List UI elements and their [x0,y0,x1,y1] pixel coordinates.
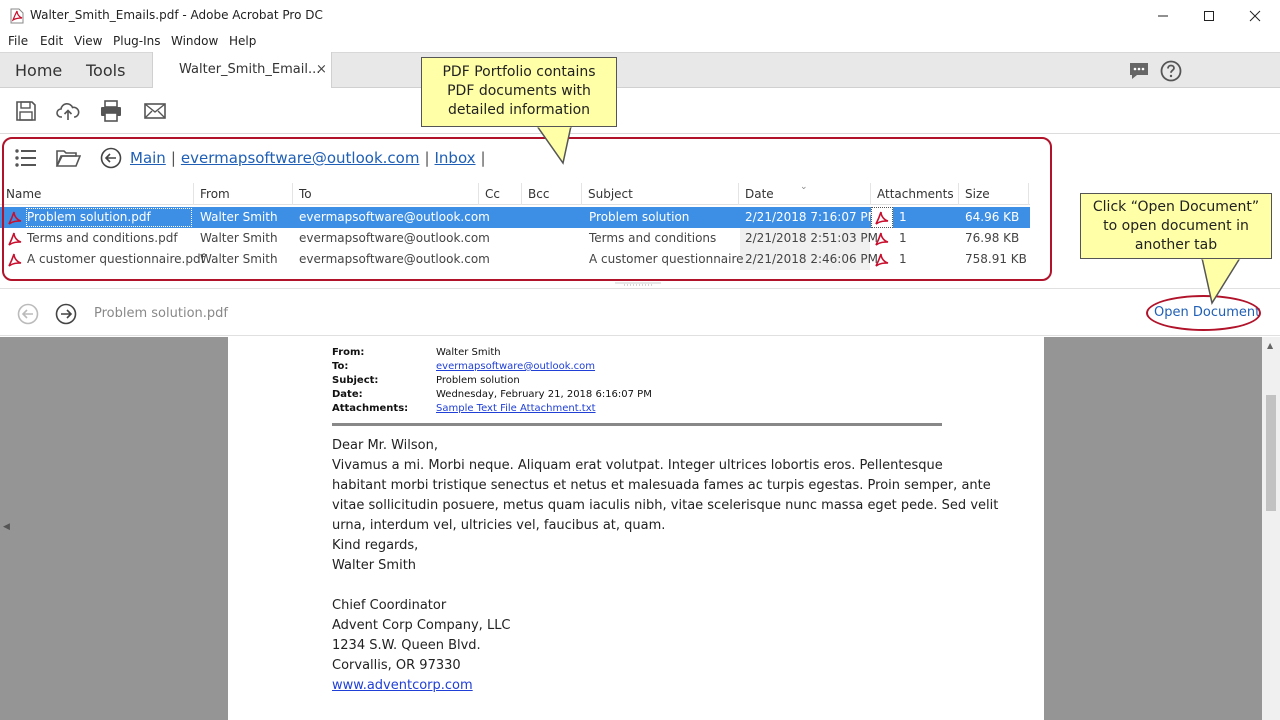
minimize-icon [1158,15,1168,17]
help-icon[interactable] [1160,60,1182,82]
menu-view[interactable]: View [74,34,102,48]
header-key: To: [332,361,349,372]
callout-pointer [1201,257,1241,305]
email-body-line: 1234 S.W. Queen Blvd. [332,638,481,653]
website-link[interactable]: www.adventcorp.com [332,678,473,693]
previous-document-icon[interactable] [17,303,39,325]
document-viewer: ◀ From: Walter Smith To: evermapsoftware… [0,337,1262,720]
portfolio-highlight-annotation [2,137,1052,281]
callout-line: to open document in [1103,218,1249,234]
header-key: From: [332,347,365,358]
callout-line: another tab [1134,237,1218,253]
pdf-file-icon [10,8,24,24]
callout-line: detailed information [447,102,591,118]
callout-pointer [536,125,572,165]
next-document-icon[interactable] [55,303,77,325]
header-value: Walter Smith [436,347,501,358]
open-document-callout: Click “Open Document” to open document i… [1080,193,1272,259]
header-key: Attachments: [332,403,409,414]
current-document-name: Problem solution.pdf [94,306,228,321]
tab-bar: Home Tools Walter_Smith_Email... × [0,52,1280,89]
collapse-left-icon[interactable]: ◀ [3,522,10,532]
header-value: Problem solution [436,375,520,386]
tab-document[interactable]: Walter_Smith_Email... × [152,52,332,89]
menu-plug-ins[interactable]: Plug-Ins [113,34,161,48]
email-body-line: Walter Smith [332,558,417,573]
menu-file[interactable]: File [8,34,28,48]
window-title: Walter_Smith_Emails.pdf - Adobe Acrobat … [30,8,323,22]
close-window-button[interactable] [1232,0,1278,32]
menu-help[interactable]: Help [229,34,256,48]
save-icon[interactable] [14,99,38,123]
maximize-icon [1204,11,1214,21]
portfolio-callout: PDF Portfolio contains PDF documents wit… [421,57,617,127]
callout-line: PDF documents with [447,83,591,99]
menu-window[interactable]: Window [171,34,218,48]
close-icon [1249,10,1261,22]
email-body-line: Dear Mr. Wilson, [332,438,438,453]
toolbar [0,88,1280,134]
header-value: Wednesday, February 21, 2018 6:16:07 PM [436,389,652,400]
header-key: Subject: [332,375,379,386]
menu-bar: File Edit View Plug-Ins Window Help [0,32,1280,52]
minimize-button[interactable] [1140,0,1186,32]
callout-line: PDF Portfolio contains [442,64,596,80]
print-icon[interactable] [99,99,123,123]
email-body-line: Kind regards, [332,538,419,553]
email-body-line: habitant morbi tristique senectus et net… [332,478,991,493]
callout-line: Click “Open Document” [1092,199,1260,215]
email-body-line: vitae sollicitudin posuere, metus quam i… [332,498,999,513]
email-body-line: Corvallis, OR 97330 [332,658,461,673]
scroll-up-icon[interactable]: ▲ [1267,341,1273,350]
pdf-page: From: Walter Smith To: evermapsoftware@o… [228,337,1044,720]
close-tab-icon[interactable]: × [316,62,327,77]
document-tab-label: Walter_Smith_Email... [179,62,321,77]
attachment-link[interactable]: Sample Text File Attachment.txt [436,403,596,414]
header-divider [332,423,942,426]
header-key: Date: [332,389,363,400]
email-icon[interactable] [143,99,167,123]
vertical-scrollbar[interactable]: ▲ [1262,337,1280,720]
document-navigation-bar: Problem solution.pdf Open Document [0,288,1280,336]
email-body-line: urna, interdum vel, ultricies vel, fauci… [332,518,666,533]
scroll-thumb[interactable] [1266,395,1276,511]
cloud-upload-icon[interactable] [56,99,80,123]
email-body-line: Vivamus a mi. Morbi neque. Aliquam erat … [332,458,943,473]
maximize-button[interactable] [1186,0,1232,32]
tab-home[interactable]: Home [15,61,62,80]
email-body-line: Advent Corp Company, LLC [332,618,511,633]
email-body-line: Chief Coordinator [332,598,447,613]
menu-edit[interactable]: Edit [40,34,63,48]
title-bar: Walter_Smith_Emails.pdf - Adobe Acrobat … [0,0,1280,32]
header-link[interactable]: evermapsoftware@outlook.com [436,361,595,372]
tab-tools[interactable]: Tools [86,61,125,80]
comment-icon[interactable] [1128,61,1150,81]
